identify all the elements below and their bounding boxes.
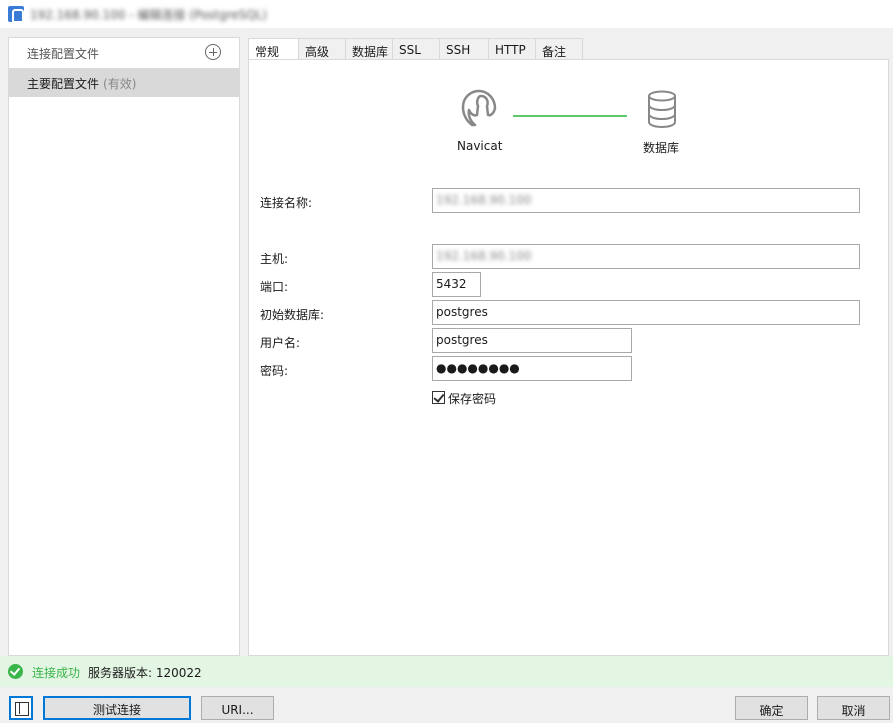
profile-item-main[interactable]: 主要配置文件 (有效)	[9, 68, 239, 97]
tab-database[interactable]: 数据库	[345, 38, 393, 60]
connection-name-field[interactable]: 192.168.90.100	[432, 188, 860, 213]
navicat-label: Navicat	[457, 139, 503, 153]
uri-button[interactable]: URI...	[201, 696, 274, 720]
database-icon	[648, 90, 676, 128]
profile-item-label: 主要配置文件	[27, 77, 100, 91]
general-tab-content: Navicat 数据库 连接名称: 192.168.90.100 主机: 192…	[248, 59, 889, 656]
tab-http[interactable]: HTTP	[488, 38, 536, 60]
check-circle-icon	[8, 664, 23, 679]
initial-database-field[interactable]: postgres	[432, 300, 860, 325]
tab-advanced[interactable]: 高级	[298, 38, 346, 60]
toggle-panel-icon[interactable]	[9, 696, 33, 720]
title-bar: 192.168.90.100 - 编辑连接 (PostgreSQL)	[0, 0, 893, 28]
server-version: 服务器版本: 120022	[88, 666, 202, 680]
tab-notes[interactable]: 备注	[535, 38, 583, 60]
connection-name-value: 192.168.90.100	[436, 193, 532, 207]
port-label: 端口:	[260, 280, 289, 294]
app-icon	[8, 6, 24, 23]
host-label: 主机:	[260, 252, 289, 266]
connection-line	[513, 115, 627, 117]
save-password-checkbox[interactable]	[432, 391, 445, 404]
username-field[interactable]: postgres	[432, 328, 632, 353]
cancel-button[interactable]: 取消	[817, 696, 890, 720]
tab-ssh[interactable]: SSH	[439, 38, 489, 60]
connection-name-label: 连接名称:	[260, 196, 313, 210]
host-value: 192.168.90.100	[436, 249, 532, 263]
add-profile-icon[interactable]	[205, 44, 221, 60]
profile-header-label: 连接配置文件	[27, 47, 100, 61]
button-bar: 测试连接 URI... 确定 取消	[0, 687, 893, 723]
tab-ssl[interactable]: SSL	[392, 38, 440, 60]
test-connection-button[interactable]: 测试连接	[43, 696, 191, 720]
profile-item-status: (有效)	[103, 77, 137, 91]
window-title: 192.168.90.100 - 编辑连接 (PostgreSQL)	[30, 8, 268, 22]
password-label: 密码:	[260, 364, 289, 378]
navicat-icon	[461, 89, 497, 127]
host-field[interactable]: 192.168.90.100	[432, 244, 860, 269]
initial-database-label: 初始数据库:	[260, 308, 325, 322]
status-bar: 连接成功 服务器版本: 120022	[0, 656, 893, 687]
tab-general[interactable]: 常规	[248, 38, 300, 61]
connection-diagram: Navicat 数据库	[249, 60, 890, 170]
port-field[interactable]: 5432	[432, 272, 481, 297]
username-label: 用户名:	[260, 336, 301, 350]
save-password-label: 保存密码	[448, 392, 497, 406]
profile-panel: 连接配置文件 主要配置文件 (有效)	[8, 37, 240, 656]
status-message: 连接成功	[32, 666, 81, 680]
ok-button[interactable]: 确定	[735, 696, 808, 720]
database-label: 数据库	[643, 141, 680, 155]
profile-header: 连接配置文件	[9, 38, 239, 67]
password-field[interactable]: ●●●●●●●●	[432, 356, 632, 381]
